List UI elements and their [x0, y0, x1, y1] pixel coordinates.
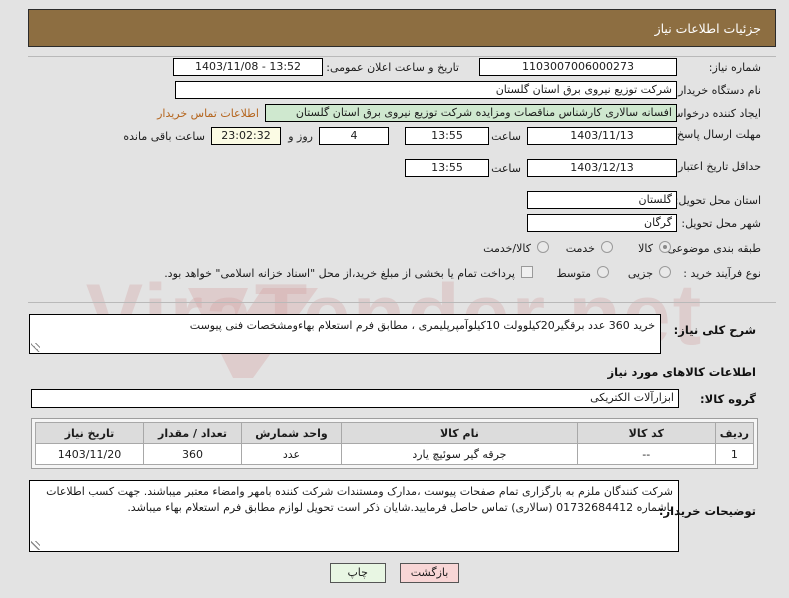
cell-qty: 360 — [143, 443, 242, 465]
row-price-validity: حداقل تاریخ اعتبار قیمت: تا تاریخ: 1403/… — [0, 159, 789, 189]
announce-datetime-value: 13:52 - 1403/11/08 — [173, 58, 323, 76]
th-index: ردیف — [714, 422, 755, 444]
radio-label-kala-khedmat: کالا/خدمت — [483, 242, 531, 255]
cell-need-date: 1403/11/20 — [35, 443, 144, 465]
row-category: طبقه بندی موضوعی: کالا خدمت کالا/خدمت — [0, 239, 789, 260]
radio-category-kala-khedmat[interactable] — [537, 241, 549, 253]
need-number-value: 1103007006000273 — [479, 58, 677, 76]
row-need-number: شماره نیاز: 1103007006000273 تاریخ و ساع… — [0, 58, 789, 79]
table-row: 1 -- جرقه گیر سوئیچ یارد عدد 360 1403/11… — [35, 443, 755, 465]
need-info-form: شماره نیاز: 1103007006000273 تاریخ و ساع… — [0, 58, 789, 285]
th-need-date: تاریخ نیاز — [35, 422, 144, 444]
tender-details-page: ViraTender.net جزئیات اطلاعات نیاز شماره… — [0, 0, 789, 598]
purchase-process-label: نوع فرآیند خرید : — [683, 267, 761, 280]
page-titlebar: جزئیات اطلاعات نیاز — [28, 9, 776, 47]
th-unit: واحد شمارش — [241, 422, 342, 444]
city-label: شهر محل تحویل: — [681, 217, 761, 230]
category-label: طبقه بندی موضوعی: — [663, 242, 761, 255]
response-deadline-label: مهلت ارسال پاسخ: تا تاریخ: — [634, 128, 761, 141]
th-name: نام کالا — [341, 422, 578, 444]
need-number-label: شماره نیاز: — [708, 61, 761, 74]
description-textarea[interactable]: خرید 360 عدد برقگیر20کیلوولت 10کیلوآمپرپ… — [29, 314, 661, 354]
print-button[interactable]: چاپ — [329, 563, 386, 583]
buyer-contact-link[interactable]: اطلاعات تماس خریدار — [157, 107, 259, 120]
radio-label-kala: کالا — [638, 242, 653, 255]
province-label: استان محل تحویل: — [674, 194, 761, 207]
goods-group-label: گروه کالا: — [700, 392, 756, 406]
city-value: گرگان — [527, 214, 677, 232]
page-title: جزئیات اطلاعات نیاز — [654, 20, 761, 36]
th-code: کد کالا — [576, 422, 716, 444]
countdown-value: 23:02:32 — [211, 127, 281, 145]
response-deadline-time: 13:55 — [405, 127, 489, 145]
treasury-bonds-note: پرداخت تمام یا بخشی از مبلغ خرید،از محل … — [164, 267, 515, 280]
days-remaining-value: 4 — [319, 127, 389, 145]
row-purchase-process: نوع فرآیند خرید : جزیی متوسط پرداخت تمام… — [0, 264, 789, 285]
back-button[interactable]: بازگشت — [399, 563, 460, 583]
th-qty: تعداد / مقدار — [143, 422, 242, 444]
price-validity-time: 13:55 — [405, 159, 489, 177]
day-and-label: روز و — [288, 130, 313, 143]
radio-category-khedmat[interactable] — [601, 241, 613, 253]
buyer-org-value: شرکت توزیع نیروی برق استان گلستان — [175, 81, 677, 99]
cell-unit: عدد — [241, 443, 342, 465]
deadline-hour-label: ساعت — [491, 130, 521, 143]
row-response-deadline: مهلت ارسال پاسخ: تا تاریخ: 1403/11/13 سا… — [0, 127, 789, 157]
response-deadline-date: 1403/11/13 — [527, 127, 677, 145]
buyer-notes-textarea[interactable]: شرکت کنندگان ملزم به بارگزاری تمام صفحات… — [29, 480, 679, 552]
table-header-row: ردیف کد کالا نام کالا واحد شمارش تعداد /… — [35, 422, 755, 444]
radio-label-motevaset: متوسط — [556, 267, 591, 280]
divider-mid — [28, 302, 776, 303]
radio-category-kala[interactable] — [659, 241, 671, 253]
row-creator: ایجاد کننده درخواست: افسانه سالاری کارشن… — [0, 104, 789, 125]
province-value: گلستان — [527, 191, 677, 209]
radio-process-motevaset[interactable] — [597, 266, 609, 278]
goods-table: ردیف کد کالا نام کالا واحد شمارش تعداد /… — [35, 422, 755, 465]
divider-top — [28, 56, 776, 57]
buyer-notes-label: توضیحات خریدار: — [658, 504, 756, 518]
row-province: استان محل تحویل: گلستان — [0, 191, 789, 212]
price-validity-label: حداقل تاریخ اعتبار قیمت: تا تاریخ: — [606, 160, 761, 173]
price-validity-hour-label: ساعت — [491, 162, 521, 175]
cell-code: -- — [576, 443, 716, 465]
creator-value: افسانه سالاری کارشناس مناقصات ومزایده شر… — [265, 104, 677, 122]
row-city: شهر محل تحویل: گرگان — [0, 214, 789, 235]
buyer-org-label: نام دستگاه خریدار: — [674, 84, 761, 97]
goods-table-container: ردیف کد کالا نام کالا واحد شمارش تعداد /… — [31, 418, 758, 469]
action-buttons: بازگشت چاپ — [0, 563, 789, 583]
countdown-label: ساعت باقی مانده — [123, 130, 205, 143]
goods-group-value: ابزارآلات الکتریکی — [31, 389, 679, 408]
radio-label-jozi: جزیی — [627, 267, 653, 280]
price-validity-date: 1403/12/13 — [527, 159, 677, 177]
cell-name: جرقه گیر سوئیچ یارد — [341, 443, 578, 465]
radio-label-khedmat: خدمت — [565, 242, 595, 255]
row-buyer-org: نام دستگاه خریدار: شرکت توزیع نیروی برق … — [0, 81, 789, 102]
cell-index: 1 — [714, 443, 755, 465]
description-label: شرح کلی نیاز: — [673, 323, 756, 337]
treasury-bonds-checkbox[interactable] — [521, 266, 533, 278]
goods-section-title: اطلاعات کالاهای مورد نیاز — [607, 365, 756, 379]
announce-datetime-label: تاریخ و ساعت اعلان عمومی: — [326, 61, 459, 74]
radio-process-jozi[interactable] — [659, 266, 671, 278]
